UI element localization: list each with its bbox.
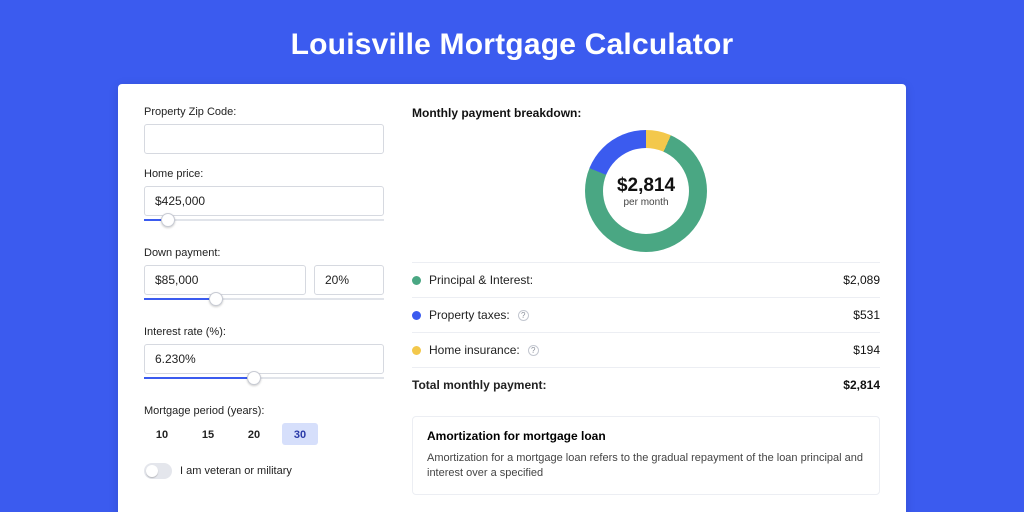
legend-total-value: $2,814 (843, 378, 880, 392)
amortization-title: Amortization for mortgage loan (427, 429, 865, 443)
down-payment-pct-input[interactable] (314, 265, 384, 295)
home-price-field: Home price: (144, 168, 384, 233)
amortization-text: Amortization for a mortgage loan refers … (427, 451, 865, 482)
page-title: Louisville Mortgage Calculator (0, 0, 1024, 84)
interest-rate-label: Interest rate (%): (144, 326, 384, 338)
mortgage-period-field: Mortgage period (years): 10 15 20 30 (144, 405, 384, 445)
legend-row-taxes: Property taxes: ? $531 (412, 298, 880, 333)
zip-input[interactable] (144, 124, 384, 154)
period-option-10[interactable]: 10 (144, 423, 180, 445)
mortgage-period-label: Mortgage period (years): (144, 405, 384, 417)
info-icon[interactable]: ? (528, 345, 539, 356)
legend-label: Property taxes: (429, 308, 510, 322)
veteran-label: I am veteran or military (180, 465, 292, 477)
down-payment-input[interactable] (144, 265, 306, 295)
interest-rate-field: Interest rate (%): (144, 326, 384, 391)
legend-value: $531 (853, 308, 880, 322)
donut-center-sub: per month (623, 197, 668, 208)
zip-field: Property Zip Code: (144, 106, 384, 154)
donut-center: $2,814 per month (603, 148, 689, 234)
legend-value: $194 (853, 343, 880, 357)
down-payment-slider[interactable] (144, 292, 384, 312)
legend-row-total: Total monthly payment: $2,814 (412, 368, 880, 402)
breakdown-title: Monthly payment breakdown: (412, 106, 880, 120)
legend-row-insurance: Home insurance: ? $194 (412, 333, 880, 368)
period-option-15[interactable]: 15 (190, 423, 226, 445)
dot-icon (412, 276, 421, 285)
dot-icon (412, 346, 421, 355)
info-icon[interactable]: ? (518, 310, 529, 321)
zip-label: Property Zip Code: (144, 106, 384, 118)
amortization-card: Amortization for mortgage loan Amortizat… (412, 416, 880, 495)
legend-total-label: Total monthly payment: (412, 378, 546, 392)
calculator-card: Property Zip Code: Home price: Down paym… (118, 84, 906, 512)
veteran-toggle[interactable] (144, 463, 172, 479)
input-panel: Property Zip Code: Home price: Down paym… (144, 106, 384, 512)
legend-label: Principal & Interest: (429, 273, 533, 287)
home-price-slider[interactable] (144, 213, 384, 233)
donut-chart: $2,814 per month (585, 130, 707, 252)
legend-label: Home insurance: (429, 343, 520, 357)
period-option-30[interactable]: 30 (282, 423, 318, 445)
mortgage-period-options: 10 15 20 30 (144, 423, 384, 445)
legend: Principal & Interest: $2,089 Property ta… (412, 262, 880, 402)
donut-center-value: $2,814 (617, 175, 675, 197)
dot-icon (412, 311, 421, 320)
interest-rate-input[interactable] (144, 344, 384, 374)
home-price-label: Home price: (144, 168, 384, 180)
period-option-20[interactable]: 20 (236, 423, 272, 445)
veteran-toggle-row: I am veteran or military (144, 463, 384, 479)
interest-rate-slider[interactable] (144, 371, 384, 391)
down-payment-label: Down payment: (144, 247, 384, 259)
down-payment-field: Down payment: (144, 247, 384, 312)
breakdown-panel: Monthly payment breakdown: $2,814 per mo… (412, 106, 880, 512)
legend-row-principal: Principal & Interest: $2,089 (412, 263, 880, 298)
donut-chart-wrap: $2,814 per month (412, 130, 880, 252)
legend-value: $2,089 (843, 273, 880, 287)
home-price-input[interactable] (144, 186, 384, 216)
